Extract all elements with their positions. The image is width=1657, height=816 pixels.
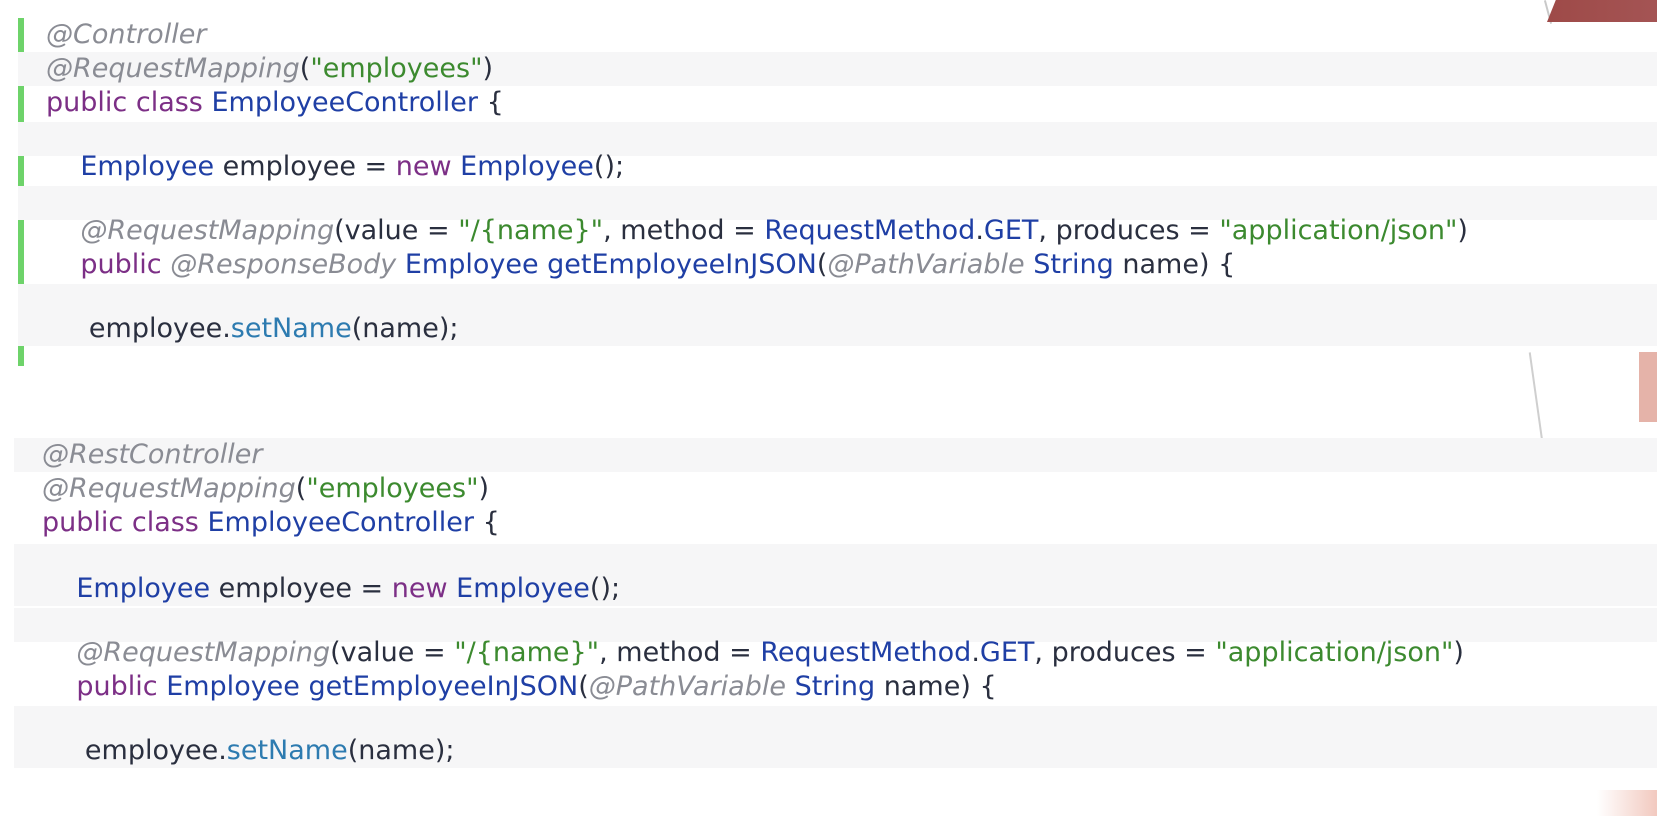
code-line: employee.setName(name); — [14, 734, 1657, 768]
code-line: public class EmployeeController { — [46, 87, 504, 118]
code-line: @RequestMapping("employees") — [18, 52, 1657, 86]
code-line: @RequestMapping("employees") — [42, 473, 490, 504]
code-line: public @ResponseBody Employee getEmploye… — [80, 249, 1236, 280]
code-line: @Controller — [46, 19, 207, 50]
code-line: Employee employee = new Employee(); — [14, 572, 1657, 606]
slide-decoration-middle — [1639, 352, 1657, 422]
code-line: @RequestMapping(value = "/{name}", metho… — [76, 637, 1464, 668]
code-screenshot: @Controller @RequestMapping("employees")… — [0, 0, 1657, 816]
code-line: employee.setName(name); — [18, 312, 1657, 346]
code-line: public class EmployeeController { — [42, 507, 500, 538]
slide-decoration-bottom — [1597, 790, 1657, 816]
code-line: @RequestMapping(value = "/{name}", metho… — [80, 215, 1468, 246]
code-line: public Employee getEmployeeInJSON(@PathV… — [76, 671, 997, 702]
code-line: Employee employee = new Employee(); — [80, 151, 625, 182]
code-line: @RestController — [14, 438, 1657, 472]
slide-decoration-line — [1528, 352, 1544, 442]
